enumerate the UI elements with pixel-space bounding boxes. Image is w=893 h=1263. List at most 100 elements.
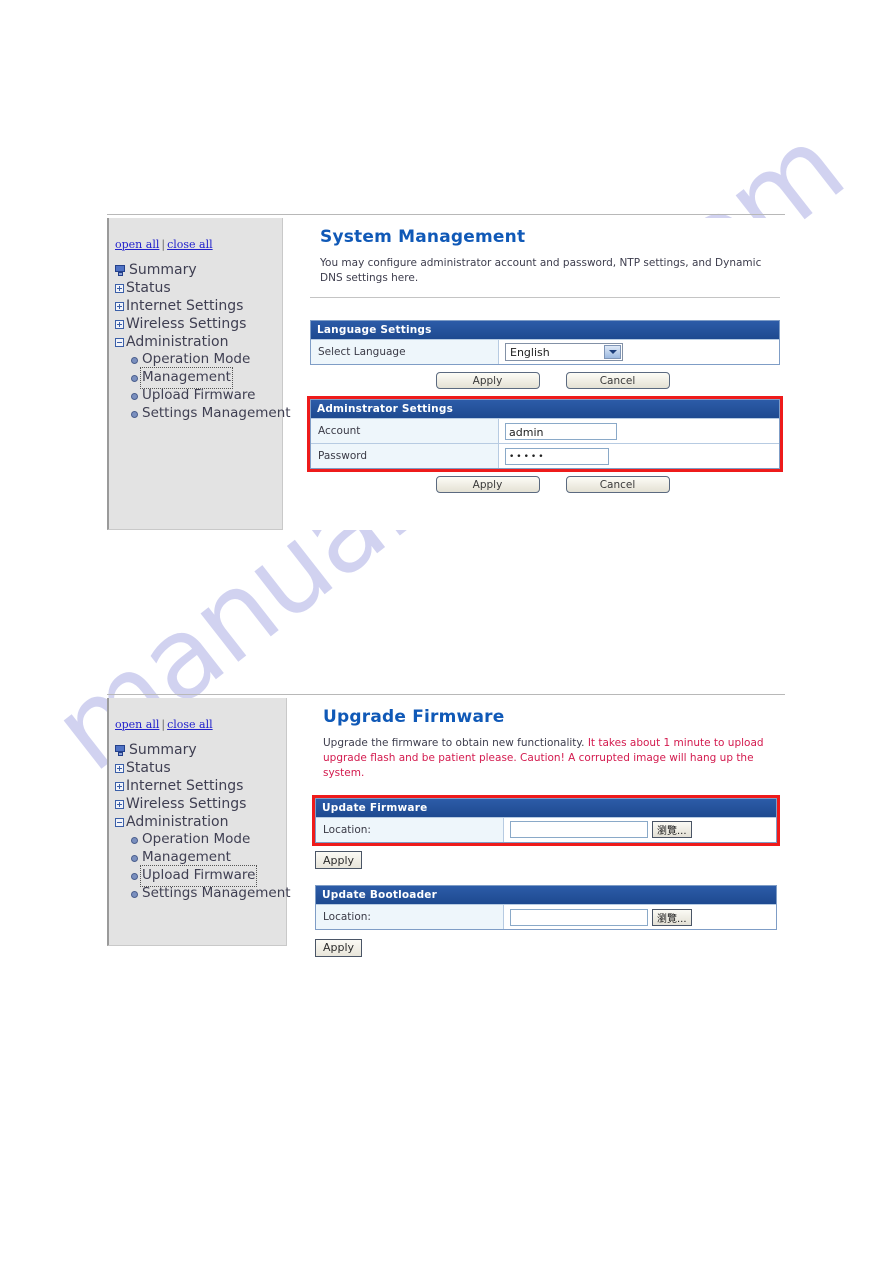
- language-settings-header: Language Settings: [311, 321, 779, 340]
- bootloader-location-value-cell: 瀏覽...: [504, 905, 776, 930]
- bootloader-apply-button[interactable]: Apply: [315, 938, 363, 957]
- language-apply-button[interactable]: Apply: [435, 372, 540, 390]
- sidebar-item-wireless-settings[interactable]: Wireless Settings: [113, 795, 282, 813]
- sidebar-item-label: Status: [126, 759, 171, 776]
- firmware-apply-row: Apply: [315, 849, 785, 870]
- sidebar-item-label: Management: [142, 849, 231, 866]
- sidebar-item-operation-mode[interactable]: Operation Mode: [113, 831, 282, 849]
- plus-box-icon[interactable]: [115, 781, 124, 791]
- bullet-icon: [131, 836, 138, 844]
- admin-apply-button[interactable]: Apply: [435, 476, 540, 494]
- plus-box-icon[interactable]: [115, 301, 124, 311]
- page-title: System Management: [320, 227, 526, 247]
- sidebar-item-settings-management[interactable]: Settings Management: [113, 885, 291, 903]
- bullet-icon: [131, 392, 138, 400]
- password-input[interactable]: •••••: [505, 447, 609, 465]
- password-row: Password •••••: [311, 443, 779, 469]
- update-bootloader-header: Update Bootloader: [316, 886, 776, 905]
- firmware-location-value-cell: 瀏覽...: [504, 817, 776, 842]
- sidebar-item-status[interactable]: Status: [113, 279, 278, 297]
- account-row: Account admin: [311, 418, 779, 444]
- sidebar-item-label: Administration: [126, 813, 229, 830]
- sidebar-item-operation-mode[interactable]: Operation Mode: [113, 351, 278, 369]
- minus-box-icon[interactable]: [115, 817, 124, 827]
- language-select-value: English: [510, 345, 550, 359]
- sidebar-item-label: Operation Mode: [142, 831, 251, 848]
- sidebar-item-administration[interactable]: Administration: [113, 333, 278, 351]
- admin-cancel-button[interactable]: Cancel: [565, 476, 670, 494]
- page-description: Upgrade the firmware to obtain new funct…: [323, 736, 785, 782]
- page-description: You may configure administrator account …: [320, 257, 762, 285]
- bootloader-browse-button[interactable]: 瀏覽...: [652, 908, 692, 926]
- password-value-cell: •••••: [499, 444, 779, 469]
- firmware-location-input[interactable]: [510, 821, 648, 839]
- sidebar-item-label: Settings Management: [142, 885, 291, 902]
- sidebar-item-status[interactable]: Status: [113, 759, 282, 777]
- screenshot-system-management: open all | close all Summary Status Intern…: [107, 214, 785, 530]
- sidebar-item-upload-firmware[interactable]: Upload Firmware: [113, 387, 278, 405]
- sidebar-item-management[interactable]: Management: [113, 367, 278, 389]
- sidebar-item-wireless-settings[interactable]: Wireless Settings: [113, 315, 278, 333]
- sidebar-item-label: Upload Firmware: [139, 865, 258, 887]
- bullet-icon: [131, 374, 138, 382]
- screen1-top-divider: [107, 214, 785, 215]
- screen1-nav-tree: Summary Status Internet Settings Wireles…: [113, 261, 291, 423]
- sidebar-item-internet-settings[interactable]: Internet Settings: [113, 297, 278, 315]
- screen1-tree-toggle-links: open all | close all: [113, 238, 278, 251]
- sidebar-item-label: Internet Settings: [126, 297, 244, 314]
- sidebar-item-summary[interactable]: Summary: [113, 261, 278, 279]
- update-firmware-panel: Update Firmware Location: 瀏覽...: [312, 794, 780, 846]
- account-label: Account: [311, 419, 499, 444]
- screen2-sidebar: open all | close all Summary Status Intern…: [107, 698, 291, 946]
- bullet-icon: [131, 854, 138, 862]
- page-title: Upgrade Firmware: [323, 707, 505, 727]
- sidebar-item-summary[interactable]: Summary: [113, 741, 282, 759]
- sidebar-item-management[interactable]: Management: [113, 849, 282, 867]
- bootloader-location-input[interactable]: [510, 908, 648, 926]
- close-all-link[interactable]: close all: [167, 238, 213, 251]
- screen2-content: Upgrade Firmware Upgrade the firmware to…: [312, 698, 785, 957]
- plus-box-icon[interactable]: [115, 283, 124, 293]
- screen1-sidebar: open all | close all Summary Status Intern…: [107, 218, 291, 530]
- bootloader-location-row: Location: 瀏覽...: [316, 904, 776, 930]
- language-settings-button-row: Apply Cancel: [310, 372, 785, 390]
- sidebar-item-upload-firmware[interactable]: Upload Firmware: [113, 865, 282, 887]
- minus-box-icon[interactable]: [115, 337, 124, 347]
- account-value-cell: admin: [499, 419, 779, 444]
- screen1-content: System Management You may configure admi…: [307, 218, 785, 530]
- bullet-icon: [131, 356, 138, 364]
- language-cancel-button[interactable]: Cancel: [565, 372, 670, 390]
- screen2-tree-toggle-links: open all | close all: [113, 718, 282, 731]
- plus-box-icon[interactable]: [115, 763, 124, 773]
- administrator-settings-button-row: Apply Cancel: [310, 476, 785, 494]
- sidebar-item-internet-settings[interactable]: Internet Settings: [113, 777, 282, 795]
- firmware-browse-button[interactable]: 瀏覽...: [652, 821, 692, 839]
- account-input[interactable]: admin: [505, 422, 617, 440]
- administrator-settings-header: Adminstrator Settings: [311, 400, 779, 419]
- sidebar-item-administration[interactable]: Administration: [113, 813, 282, 831]
- bullet-icon: [131, 410, 138, 418]
- plus-box-icon[interactable]: [115, 799, 124, 809]
- content-divider: [310, 297, 780, 299]
- sidebar-item-label: Wireless Settings: [126, 795, 247, 812]
- open-all-link[interactable]: open all: [115, 718, 159, 731]
- plus-box-icon[interactable]: [115, 319, 124, 329]
- select-language-row: Select Language English: [311, 339, 779, 365]
- language-settings-panel: Language Settings Select Language Englis…: [310, 320, 780, 366]
- select-language-label: Select Language: [311, 340, 499, 365]
- sidebar-item-label: Management: [140, 367, 233, 389]
- sidebar-item-label: Wireless Settings: [126, 315, 247, 332]
- close-all-link[interactable]: close all: [167, 718, 213, 731]
- sidebar-item-label: Upload Firmware: [142, 387, 256, 404]
- language-select[interactable]: English: [505, 343, 623, 362]
- firmware-location-label: Location:: [316, 817, 504, 842]
- chevron-down-icon[interactable]: [604, 345, 621, 360]
- open-all-link[interactable]: open all: [115, 238, 159, 251]
- tree-links-separator: |: [161, 718, 166, 731]
- sidebar-item-settings-management[interactable]: Settings Management: [113, 405, 291, 423]
- update-bootloader-panel: Update Bootloader Location: 瀏覽...: [315, 885, 777, 931]
- bootloader-apply-row: Apply: [315, 936, 785, 957]
- firmware-apply-button[interactable]: Apply: [315, 851, 363, 870]
- sidebar-item-label: Summary: [129, 261, 197, 278]
- sidebar-item-label: Internet Settings: [126, 777, 244, 794]
